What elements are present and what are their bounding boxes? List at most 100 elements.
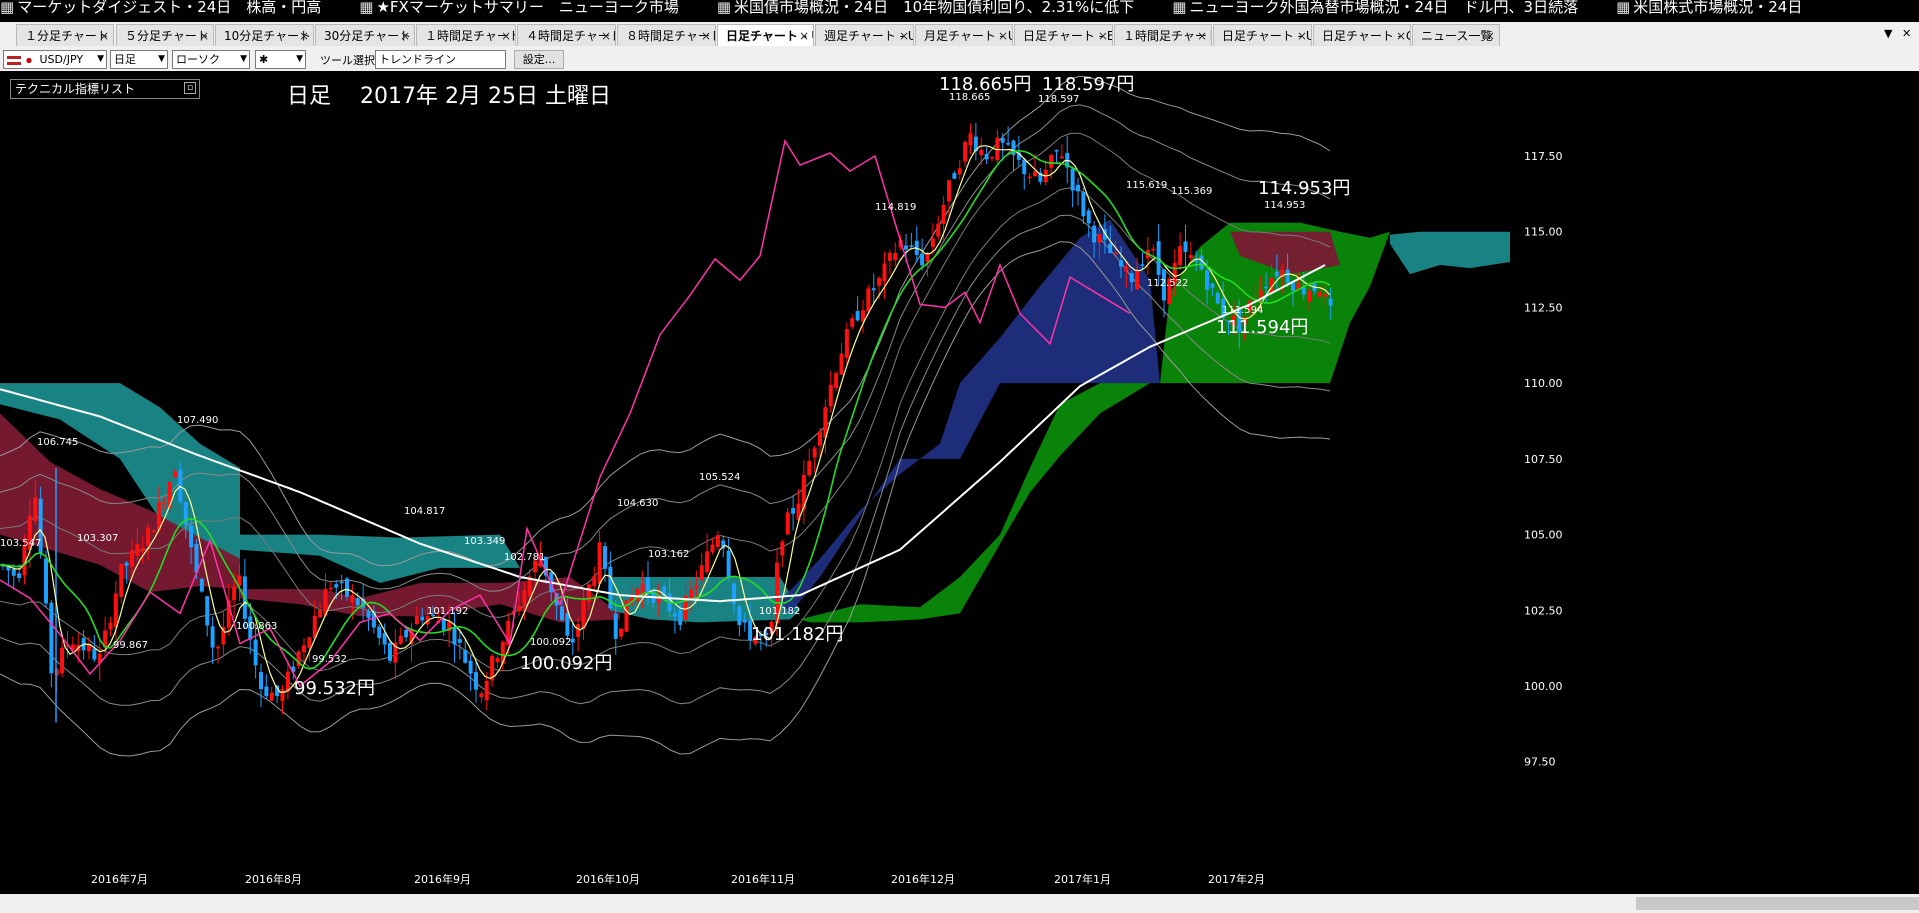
candle-bull [232, 586, 237, 601]
candle-bear [791, 508, 796, 514]
candle-bear [49, 602, 54, 674]
y-tick-label: 117.50 [1524, 150, 1563, 163]
ticker-item-text: ニューヨーク外国為替市場概況・24日 ドル円、3日続落 [1189, 0, 1579, 14]
candle-bear [678, 609, 683, 625]
close-icon[interactable]: × [998, 25, 1008, 46]
close-icon[interactable]: × [99, 25, 109, 46]
candle-bull [216, 646, 220, 649]
close-icon[interactable]: × [299, 25, 309, 46]
settings-button[interactable]: 設定... [514, 50, 564, 69]
ticker-item-text: マーケットダイジェスト・24日 株高・円高 [17, 0, 322, 14]
tab-chart-8[interactable]: 週足チャート - U: × [815, 24, 914, 46]
ticker-item[interactable]: ▦ ニューヨーク外国為替市場概況・24日 ドル円、3日続落 [1172, 0, 1578, 14]
symbol-select[interactable]: USD/JPY ▼ [3, 50, 107, 69]
price-annotation-small: 105.524 [699, 472, 740, 483]
x-tick-label: 2016年7月 [91, 872, 148, 886]
jp-flag-icon [22, 55, 36, 65]
candle-bear [565, 613, 570, 636]
close-icon[interactable]: × [701, 25, 711, 46]
news-ticker[interactable]: ▦ マーケットダイジェスト・24日 株高・円高 ▦ ★FXマーケットサマリー ニューヨ… [0, 0, 1919, 14]
marker-select[interactable]: ✱ ▼ [255, 50, 306, 69]
candle-bear [1081, 191, 1086, 217]
tab-chart-13[interactable]: 日足チャート - GI × [1313, 24, 1411, 46]
tab-chart-9[interactable]: 月足チャート - U: × [915, 24, 1013, 46]
tab-list-dropdown-icon[interactable]: ▼ [1884, 27, 1892, 40]
candle-bear [463, 650, 468, 663]
candle-bull [866, 288, 871, 312]
close-icon[interactable]: × [601, 25, 611, 46]
ticker-item[interactable]: ▦ 米国債市場概況・24日 10年物国債利回り、2.31%に低下 [717, 0, 1134, 14]
price-annotation-small: 101.192 [427, 606, 468, 617]
candle-bull [689, 589, 693, 598]
close-icon[interactable]: × [1485, 25, 1495, 46]
candle-bull [812, 448, 817, 458]
y-tick-label: 105.00 [1524, 529, 1563, 542]
tab-chart-7[interactable]: 日足チャート - U × [717, 24, 814, 46]
close-icon[interactable]: × [501, 25, 511, 46]
candle-bull [328, 587, 333, 590]
candle-bear [441, 619, 446, 631]
candle-bear [1274, 271, 1279, 277]
price-annotation-small: 103.349 [464, 536, 505, 547]
tool-select-value: トレンドライン [379, 53, 456, 66]
close-icon[interactable]: × [199, 25, 209, 46]
candle-bull [882, 263, 887, 282]
tab-chart-11[interactable]: １時間足チャート × [1114, 24, 1212, 46]
timeframe-select[interactable]: 日足 ▼ [110, 50, 168, 69]
tab-chart-12[interactable]: 日足チャート - U: × [1213, 24, 1312, 46]
close-icon[interactable]: × [799, 25, 809, 46]
tool-select-input[interactable]: トレンドライン [375, 50, 506, 69]
candle-bull [350, 594, 355, 603]
tab-chart-10[interactable]: 日足チャート - EU× [1014, 24, 1113, 46]
tab-chart-5[interactable]: ４時間足チャート × [517, 24, 616, 46]
candle-bull [151, 530, 156, 533]
x-tick-label: 2016年12月 [891, 872, 955, 886]
ticker-item[interactable]: ▦ 米国株式市場概況・24日 [1616, 0, 1802, 14]
candle-bear [345, 578, 349, 597]
y-tick-label: 97.50 [1524, 756, 1556, 769]
collapse-icon[interactable]: ▫ [184, 82, 196, 94]
price-chart[interactable]: 117.50 115.00 112.50 110.00 107.50 105.00 102.… [0, 72, 1919, 894]
ticker-item[interactable]: ▦ マーケットダイジェスト・24日 株高・円高 [0, 0, 321, 14]
close-icon[interactable]: × [1396, 25, 1406, 46]
close-icon[interactable]: × [1197, 25, 1207, 46]
candle-bull [130, 550, 134, 567]
tab-chart-14[interactable]: ニュース一覧 × [1412, 24, 1500, 46]
tab-chart-4[interactable]: １時間足チャート × [416, 24, 516, 46]
candle-bear [199, 578, 204, 592]
close-icon[interactable]: × [400, 25, 410, 46]
candle-bull [785, 512, 790, 535]
price-annotation-small: 103.162 [648, 549, 689, 560]
price-annotation-small: 100.092 [530, 637, 571, 648]
technical-indicator-list[interactable]: テクニカル指標リスト ▫ [10, 79, 200, 99]
horizontal-scrollbar[interactable] [0, 894, 1919, 913]
candle-bear [984, 153, 989, 160]
candle-bear [1215, 292, 1220, 304]
price-annotation-small: 115.619 [1126, 180, 1167, 191]
tab-chart-3[interactable]: 30分足チャート - × [315, 24, 415, 46]
scrollbar-thumb[interactable] [1636, 897, 1919, 910]
close-icon[interactable]: × [899, 25, 909, 46]
candle-bull [517, 606, 521, 612]
tab-chart-2[interactable]: 10分足チャート - × [215, 24, 314, 46]
tab-chart-1[interactable]: ５分足チャート - × [116, 24, 214, 46]
chart-type-value: ローソク [176, 53, 220, 66]
candle-bear [1000, 138, 1005, 143]
price-annotation-small: 103.307 [77, 533, 118, 544]
chart-type-select[interactable]: ローソク ▼ [172, 50, 250, 69]
candle-bull [581, 599, 586, 630]
candle-bull [839, 353, 844, 375]
candle-bear [672, 613, 677, 617]
tab-chart-6[interactable]: ８時間足チャート × [617, 24, 716, 46]
candle-bull [113, 593, 118, 628]
price-annotation-small: 107.490 [177, 415, 218, 426]
close-all-tabs-icon[interactable]: ✕ [1902, 27, 1911, 40]
ticker-item[interactable]: ▦ ★FXマーケットサマリー ニューヨーク市場 [359, 0, 679, 14]
candle-bull [302, 645, 306, 652]
candle-bull [1307, 290, 1312, 302]
close-icon[interactable]: × [1098, 25, 1108, 46]
close-icon[interactable]: × [1297, 25, 1307, 46]
candle-bear [560, 606, 564, 621]
tab-chart-0[interactable]: １分足チャート - × [16, 24, 114, 46]
candle-bear [189, 525, 194, 548]
